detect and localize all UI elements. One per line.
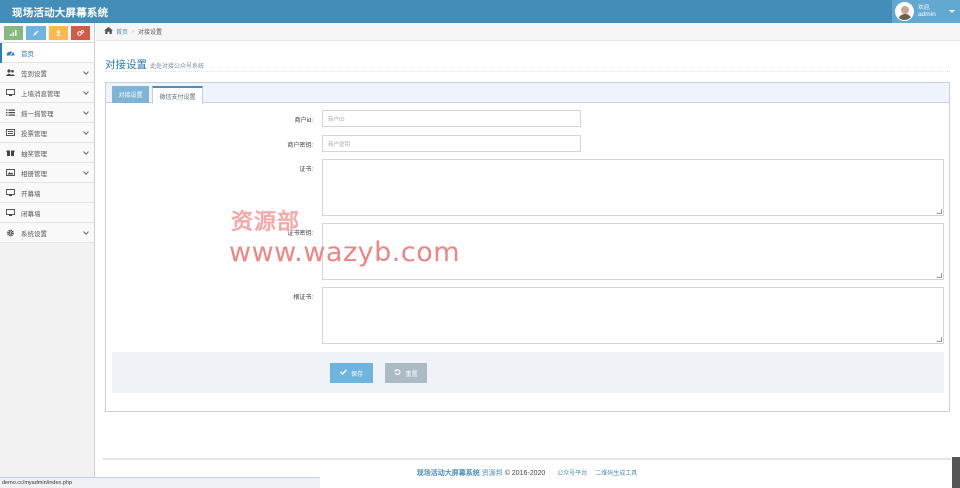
sidebar: 首页 签到设置 上墙消息管理 摇一摇管理 投票管理 抽奖管理 相册管理 开幕墙 … [0,23,95,488]
avatar [895,2,914,21]
sidebar-item-album[interactable]: 相册管理 [0,163,94,183]
scroll-handle[interactable] [952,457,960,488]
cert-label: 证书: [299,167,313,173]
sidebar-item-wall-messages[interactable]: 上墙消息管理 [0,83,94,103]
reset-button-label: 重置 [405,371,418,378]
app-title[interactable]: 现场活动大屏幕系统 [12,5,108,20]
page-title: 对接设置 [105,59,147,71]
sidebar-item-shake[interactable]: 摇一摇管理 [0,103,94,123]
users-icon[interactable] [48,26,68,40]
picture-icon [6,168,15,177]
sidebar-item-label: 开幕墙 [21,190,41,198]
sidebar-menu: 首页 签到设置 上墙消息管理 摇一摇管理 投票管理 抽奖管理 相册管理 开幕墙 … [0,43,94,243]
sidebar-item-label: 投票管理 [21,130,47,138]
username: admin [918,11,936,18]
welcome-text: 欢迎, [918,5,931,11]
users-icon [6,68,15,77]
chevron-down-icon [83,149,89,155]
chevron-down-icon [83,129,89,135]
sidebar-item-label: 抽奖管理 [21,150,47,158]
list-icon [6,109,15,117]
user-menu[interactable]: 欢迎, admin [892,0,960,23]
sidebar-item-label: 系统设置 [21,230,47,238]
status-bar-url: demo.cc/myadmin/index.php [0,477,320,488]
sidebar-item-label: 上墙消息管理 [21,90,60,98]
check-icon [339,369,347,377]
save-button[interactable]: 保存 [330,363,373,383]
root-cert-textarea[interactable] [322,287,944,344]
chevron-down-icon [83,89,89,95]
tab-wechat-pay-settings[interactable]: 微信支付设置 [152,86,203,104]
dashboard-icon [6,49,15,57]
pencil-icon[interactable] [26,26,46,40]
save-button-label: 保存 [350,371,363,378]
desktop-icon [6,88,15,97]
footer-link-qrcode-tool[interactable]: 二维码生成工具 [595,471,637,477]
merchant-id-label: 商户id: [294,118,313,124]
breadcrumb-home-link[interactable]: 首页 [116,27,128,36]
reset-button[interactable]: 重置 [385,363,427,383]
gear-icon [6,229,15,237]
sidebar-item-vote[interactable]: 投票管理 [0,123,94,143]
sidebar-item-opening-wall[interactable]: 开幕墙 [0,183,94,203]
sidebar-item-closing-wall[interactable]: 闭幕墙 [0,203,94,223]
sidebar-item-checkin[interactable]: 签到设置 [0,63,94,83]
page-subtitle: 此处对接公众号系统 [150,64,205,70]
signal-icon[interactable] [4,26,24,40]
sidebar-item-home[interactable]: 首页 [0,43,94,63]
sidebar-shortcuts [0,23,94,43]
undo-icon [394,369,401,377]
chevron-down-icon [83,109,89,115]
sidebar-item-label: 摇一摇管理 [21,110,54,118]
watermark-url: www.wazyb.com [229,237,461,268]
root-cert-label: 根证书: [293,295,313,301]
breadcrumb-current: 对接设置 [138,30,163,36]
sidebar-item-label: 闭幕墙 [21,210,41,218]
sidebar-item-label: 首页 [21,50,34,58]
cert-textarea[interactable] [322,159,944,216]
footer-brand: 现场活动大屏幕系统 [416,470,480,477]
cogs-icon[interactable] [70,26,90,40]
desktop-icon [6,188,15,197]
sidebar-item-label: 相册管理 [21,170,47,178]
desktop-icon [6,208,15,217]
sidebar-item-system-settings[interactable]: 系统设置 [0,223,94,243]
merchant-key-input[interactable]: 商户密钥 [322,135,581,152]
sidebar-item-lottery[interactable]: 抽奖管理 [0,143,94,163]
caret-down-icon [949,10,955,13]
list-alt-icon [6,128,15,137]
watermark-logo: 资源部 [231,209,301,234]
footer-copyright: © 2016-2020 [504,470,546,477]
footer-resource-link[interactable]: 资源邦 [482,470,503,477]
chevron-down-icon [83,169,89,175]
sidebar-item-label: 签到设置 [21,70,47,78]
home-icon [104,27,113,36]
merchant-id-input[interactable]: 商户ID [322,110,581,127]
navbar: 现场活动大屏幕系统 欢迎, admin [0,0,960,23]
tab-bar: 对接设置 微信支付设置 [106,83,949,104]
merchant-key-label: 商户密钥: [287,143,313,149]
form-actions [112,352,944,393]
gift-icon [6,149,15,157]
breadcrumb-separator: › [132,28,135,35]
breadcrumb: 首页 › 对接设置 [96,23,960,41]
footer-link-official-account[interactable]: 公众号平台 [557,471,587,477]
tab-integration-settings[interactable]: 对接设置 [112,86,149,103]
chevron-down-icon [83,229,89,235]
page-header: 对接设置 此处对接公众号系统 [105,57,950,72]
chevron-down-icon [83,69,89,75]
